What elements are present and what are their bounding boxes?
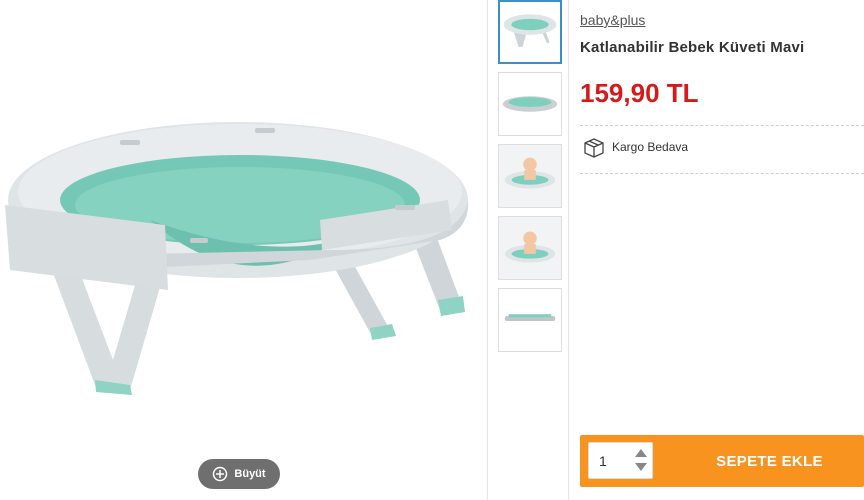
divider <box>580 173 864 174</box>
thumbnail-image <box>504 314 556 321</box>
product-info: baby&plus Katlanabilir Bebek Küveti Mavi… <box>580 0 864 500</box>
thumbnail-strip <box>489 0 569 500</box>
bathtub-image <box>5 122 469 395</box>
shipping-info: Kargo Bedava <box>582 136 688 158</box>
thumbnail-image <box>499 145 561 207</box>
quantity-stepper <box>588 442 653 479</box>
add-to-cart-bar: SEPETE EKLE <box>580 435 864 487</box>
shipping-label: Kargo Bedava <box>612 140 689 154</box>
thumbnail-2[interactable] <box>498 72 562 136</box>
stepper-controls <box>634 446 648 476</box>
decrement-arrow-icon[interactable] <box>635 463 647 471</box>
divider <box>580 125 864 126</box>
main-product-image[interactable]: Büyüt <box>0 0 488 500</box>
brand-link[interactable]: baby&plus <box>580 12 645 28</box>
thumbnail-image <box>502 96 558 112</box>
gallery-divider <box>487 0 488 500</box>
thumbnail-4[interactable] <box>498 216 562 280</box>
thumbnail-image <box>499 217 561 279</box>
thumbnail-3[interactable] <box>498 144 562 208</box>
product-price: 159,90 TL <box>580 78 699 108</box>
zoom-label: Büyüt <box>234 468 266 480</box>
thumbnail-1[interactable] <box>498 0 562 64</box>
add-to-cart-button[interactable]: SEPETE EKLE <box>675 435 864 487</box>
thumbnail-image <box>503 14 557 47</box>
plus-circle-icon <box>212 466 228 482</box>
zoom-button[interactable]: Büyüt <box>198 459 280 489</box>
box-icon <box>582 136 606 158</box>
quantity-input[interactable] <box>589 443 635 478</box>
product-title: Katlanabilir Bebek Küveti Mavi <box>580 39 805 56</box>
thumbnail-5[interactable] <box>498 288 562 352</box>
increment-arrow-icon[interactable] <box>635 449 647 457</box>
